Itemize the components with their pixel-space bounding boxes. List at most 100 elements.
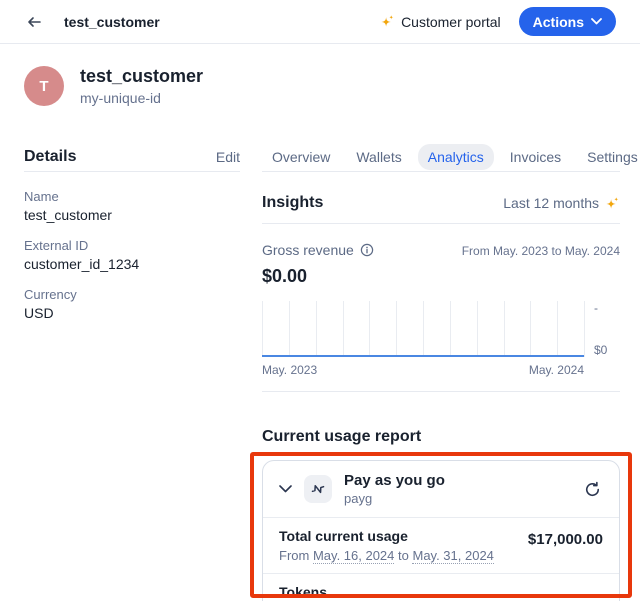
period-prefix: From — [279, 548, 309, 563]
field-value: USD — [24, 305, 240, 321]
chart-gridline — [396, 301, 397, 357]
gross-revenue-chart: May. 2023 May. 2024 - $0 — [262, 301, 620, 377]
usage-item-name: Tokens — [279, 583, 364, 601]
tab-overview[interactable]: Overview — [262, 144, 340, 170]
avatar-letter: T — [39, 78, 48, 95]
info-icon[interactable] — [360, 243, 374, 257]
sparkle-icon — [605, 196, 620, 211]
chevron-down-icon — [279, 485, 292, 493]
customer-unique-id: my-unique-id — [80, 90, 203, 106]
plan-code: payg — [344, 491, 445, 506]
period-date-to[interactable]: May. 31, 2024 — [412, 548, 493, 564]
insights-header: Insights Last 12 months — [262, 194, 620, 224]
refresh-icon — [584, 481, 601, 498]
usage-item-row: Tokens openai_tokens — [263, 574, 619, 601]
actions-label: Actions — [533, 14, 584, 30]
activity-pulse-icon — [310, 481, 326, 497]
insights-heading: Insights — [262, 194, 323, 212]
total-usage-label: Total current usage — [279, 527, 494, 545]
customer-header: T test_customer my-unique-id — [24, 66, 616, 106]
main-panel: OverviewWalletsAnalyticsInvoicesSettings… — [262, 142, 620, 601]
tab-invoices[interactable]: Invoices — [500, 144, 571, 170]
sparkle-icon — [380, 14, 395, 29]
chart-plot-area: May. 2023 May. 2024 — [262, 301, 584, 377]
total-usage-amount: $17,000.00 — [528, 531, 603, 548]
field-value: customer_id_1234 — [24, 256, 240, 272]
customer-name: test_customer — [80, 66, 203, 87]
usage-item-info: Tokens openai_tokens — [279, 583, 364, 601]
chart-gridline — [530, 301, 531, 357]
x-axis-label-right: May. 2024 — [529, 363, 584, 377]
plan-icon-tile — [304, 475, 332, 503]
field-name: Name test_customer — [24, 189, 240, 223]
chart-gridline — [262, 301, 263, 357]
avatar: T — [24, 66, 64, 106]
plan-name: Pay as you go — [344, 472, 445, 489]
gross-revenue-row: Gross revenue From May. 2023 to May. 202… — [262, 242, 620, 258]
chart-plot — [262, 301, 584, 357]
chart-gridline — [369, 301, 370, 357]
tab-wallets[interactable]: Wallets — [346, 144, 411, 170]
field-label: Name — [24, 189, 240, 204]
chart-y-axis: - $0 — [584, 301, 620, 357]
usage-card-zone: Pay as you go payg Total current usage — [262, 460, 620, 601]
chart-gridline — [557, 301, 558, 357]
chevron-down-icon — [591, 18, 602, 25]
total-usage-period: From May. 16, 2024 to May. 31, 2024 — [279, 548, 494, 564]
customer-page: test_customer Customer portal Actions T … — [0, 0, 640, 601]
gross-revenue-label-group: Gross revenue — [262, 242, 374, 258]
chart-gridline — [289, 301, 290, 357]
chart-period-label: From May. 2023 to May. 2024 — [462, 244, 620, 258]
back-arrow-icon — [26, 14, 42, 30]
chart-gridline — [504, 301, 505, 357]
gross-revenue-label: Gross revenue — [262, 242, 354, 258]
field-external-id: External ID customer_id_1234 — [24, 238, 240, 272]
chart-x-axis: May. 2023 May. 2024 — [262, 363, 584, 377]
y-axis-label-top: - — [594, 301, 620, 315]
topbar-title: test_customer — [64, 14, 160, 30]
usage-plan-card: Pay as you go payg Total current usage — [262, 460, 620, 601]
refresh-button[interactable] — [582, 479, 603, 500]
collapse-button[interactable] — [279, 485, 292, 493]
chart-gridline — [450, 301, 451, 357]
topbar: test_customer Customer portal Actions — [0, 0, 640, 44]
date-range-selector[interactable]: Last 12 months — [503, 195, 620, 211]
field-currency: Currency USD — [24, 287, 240, 321]
field-label: External ID — [24, 238, 240, 253]
chart-series-line — [262, 355, 584, 357]
usage-report-heading: Current usage report — [262, 428, 620, 446]
field-label: Currency — [24, 287, 240, 302]
customer-portal-label: Customer portal — [401, 14, 501, 30]
gross-revenue-value: $0.00 — [262, 266, 620, 287]
chart-gridline — [316, 301, 317, 357]
x-axis-label-left: May. 2023 — [262, 363, 317, 377]
tab-analytics[interactable]: Analytics — [418, 144, 494, 170]
y-axis-label-bottom: $0 — [594, 343, 620, 357]
customer-identity: test_customer my-unique-id — [80, 66, 203, 106]
chart-gridline — [423, 301, 424, 357]
details-fields: Name test_customer External ID customer_… — [24, 189, 240, 321]
chart-gridline — [477, 301, 478, 357]
date-range-label: Last 12 months — [503, 195, 599, 211]
tab-settings[interactable]: Settings — [577, 144, 640, 170]
field-value: test_customer — [24, 207, 240, 223]
content-columns: Details Edit Name test_customer External… — [24, 142, 620, 601]
chart-gridline — [343, 301, 344, 357]
period-date-from[interactable]: May. 16, 2024 — [313, 548, 394, 564]
total-usage-row: Total current usage From May. 16, 2024 t… — [263, 518, 619, 573]
plan-card-header[interactable]: Pay as you go payg — [263, 461, 619, 517]
divider — [262, 391, 620, 392]
details-heading: Details — [24, 148, 76, 166]
tabs: OverviewWalletsAnalyticsInvoicesSettings — [262, 142, 620, 172]
plan-identity: Pay as you go payg — [344, 472, 445, 506]
chart-gridline — [584, 301, 585, 357]
period-connector: to — [398, 548, 409, 563]
total-usage-info: Total current usage From May. 16, 2024 t… — [279, 527, 494, 564]
customer-portal-button[interactable]: Customer portal — [380, 14, 501, 30]
details-panel: Details Edit Name test_customer External… — [24, 142, 240, 601]
topbar-actions: Customer portal Actions — [380, 7, 616, 36]
edit-details-button[interactable]: Edit — [216, 149, 240, 165]
details-header: Details Edit — [24, 142, 240, 172]
actions-button[interactable]: Actions — [519, 7, 616, 36]
back-button[interactable] — [24, 12, 44, 32]
